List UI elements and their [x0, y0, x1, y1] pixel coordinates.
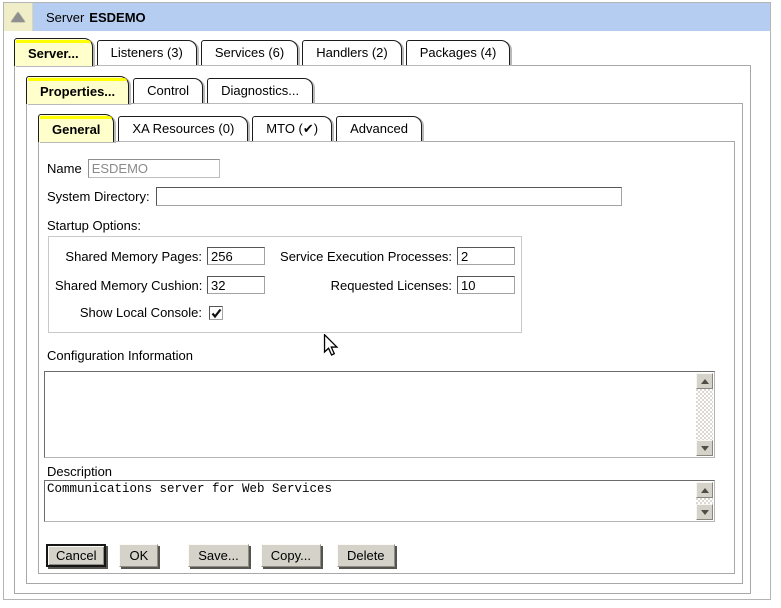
shared-memory-pages-label: Shared Memory Pages: [55, 249, 207, 264]
tab-row-server: Server... Listeners (3) Services (6) Han… [14, 38, 510, 66]
cancel-button[interactable]: Cancel [46, 544, 106, 567]
arrow-down-icon [701, 510, 709, 515]
general-panel: Name System Directory: Startup Options: … [38, 141, 735, 574]
shared-memory-cushion-input[interactable] [207, 276, 265, 294]
name-label: Name [47, 161, 82, 176]
tab-control[interactable]: Control [133, 78, 203, 103]
arrow-up-icon [701, 379, 709, 384]
tab-services[interactable]: Services (6) [201, 40, 298, 65]
name-input[interactable] [88, 159, 220, 178]
startup-options-group: Shared Memory Pages: Service Execution P… [48, 236, 522, 333]
arrow-up-icon [701, 488, 709, 493]
tab-row-properties: Properties... Control Diagnostics... [26, 76, 313, 104]
startup-options-label: Startup Options: [47, 218, 141, 233]
ok-button[interactable]: OK [119, 544, 158, 567]
header-row: Server ESDEMO [4, 3, 770, 31]
button-row: Cancel OK Save... Copy... Delete [46, 544, 395, 567]
scroll-down-button[interactable] [696, 504, 713, 520]
shared-memory-pages-input[interactable] [207, 247, 265, 265]
service-execution-processes-input[interactable] [457, 247, 515, 265]
tab-diagnostics[interactable]: Diagnostics... [207, 78, 313, 103]
triangle-up-icon [11, 12, 25, 22]
configuration-information-text [47, 373, 694, 456]
checkmark-icon [211, 308, 222, 319]
description-label: Description [47, 464, 112, 479]
collapse-button[interactable] [4, 3, 33, 31]
tab-general[interactable]: General [38, 114, 114, 142]
system-directory-input[interactable] [156, 187, 622, 206]
tab-mto[interactable]: MTO (✔) [252, 116, 332, 141]
show-local-console-label: Show Local Console: [55, 305, 207, 320]
configuration-information-scrollbar[interactable] [696, 373, 713, 456]
delete-button[interactable]: Delete [337, 544, 395, 567]
name-row: Name [47, 159, 220, 178]
tab-properties[interactable]: Properties... [26, 76, 129, 104]
arrow-down-icon [701, 446, 709, 451]
description-text: Communications server for Web Services [47, 482, 694, 520]
tab-handlers[interactable]: Handlers (2) [302, 40, 402, 65]
tab-listeners[interactable]: Listeners (3) [97, 40, 197, 65]
scroll-up-button[interactable] [696, 482, 713, 498]
show-local-console-checkbox[interactable] [209, 306, 223, 320]
system-directory-row: System Directory: [47, 187, 622, 206]
scroll-up-button[interactable] [696, 373, 713, 389]
service-execution-processes-label: Service Execution Processes: [269, 249, 457, 264]
description-textarea[interactable]: Communications server for Web Services [44, 480, 715, 522]
tab-packages[interactable]: Packages (4) [406, 40, 511, 65]
shared-memory-cushion-label: Shared Memory Cushion: [55, 278, 207, 293]
configuration-information-label: Configuration Information [47, 348, 193, 363]
title-server-name: ESDEMO [89, 10, 145, 25]
scroll-down-button[interactable] [696, 440, 713, 456]
tab-xa-resources[interactable]: XA Resources (0) [118, 116, 248, 141]
configuration-information-textarea[interactable] [44, 371, 715, 458]
save-button[interactable]: Save... [188, 544, 248, 567]
title-prefix: Server [46, 10, 84, 25]
copy-button[interactable]: Copy... [261, 544, 321, 567]
tab-server[interactable]: Server... [14, 38, 93, 66]
tab-row-general: General XA Resources (0) MTO (✔) Advance… [38, 114, 422, 142]
description-scrollbar[interactable] [696, 482, 713, 520]
title-bar: Server ESDEMO [33, 3, 770, 31]
screen: Server ESDEMO Server... Listeners (3) Se… [0, 0, 781, 608]
server-admin-window: Server ESDEMO Server... Listeners (3) Se… [3, 2, 771, 600]
system-directory-label: System Directory: [47, 189, 150, 204]
tab-advanced[interactable]: Advanced [336, 116, 422, 141]
requested-licenses-input[interactable] [457, 276, 515, 294]
requested-licenses-label: Requested Licenses: [269, 278, 457, 293]
